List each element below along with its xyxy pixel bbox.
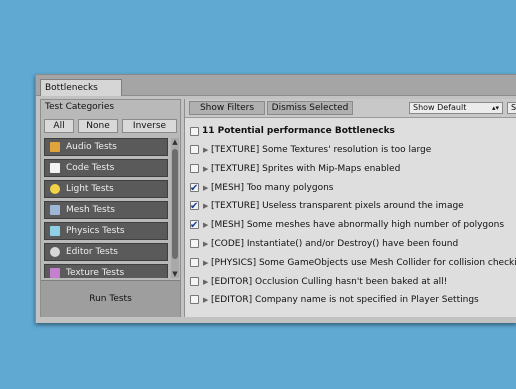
issue-text: [EDITOR] Company name is not specified i…: [211, 295, 479, 306]
issue-row[interactable]: ▶[MESH] Too many polygons: [185, 179, 516, 197]
issue-text: [PHYSICS] Some GameObjects use Mesh Coll…: [211, 257, 516, 268]
category-label: Mesh Tests: [66, 205, 115, 215]
issue-checkbox[interactable]: [190, 257, 199, 267]
category-code-tests[interactable]: Code Tests: [44, 159, 168, 177]
scrollbar-thumb[interactable]: [172, 149, 178, 259]
category-label: Code Tests: [66, 163, 115, 173]
category-editor-tests[interactable]: Editor Tests: [44, 243, 168, 261]
issue-row[interactable]: ▶ [EDITOR] Company name is not specified …: [185, 291, 516, 309]
run-tests-button[interactable]: Run Tests: [41, 280, 180, 317]
extra-toolbar-button[interactable]: S: [507, 102, 516, 114]
issue-checkbox[interactable]: [190, 198, 199, 215]
category-physics-tests[interactable]: Physics Tests: [44, 222, 168, 240]
mesh-grid-icon: [50, 205, 60, 215]
category-label: Physics Tests: [66, 226, 125, 236]
scroll-down-arrow-icon[interactable]: ▼: [171, 270, 179, 278]
scroll-up-arrow-icon[interactable]: ▲: [171, 138, 179, 146]
dismiss-selected-button[interactable]: Dismiss Selected: [267, 101, 353, 115]
expand-arrow-icon[interactable]: ▶: [203, 141, 208, 159]
category-audio-tests[interactable]: Audio Tests: [44, 138, 168, 156]
category-label: Light Tests: [66, 184, 114, 194]
issue-checkbox[interactable]: [190, 163, 199, 173]
results-toolbar: Show Filters Dismiss Selected Show Defau…: [185, 99, 516, 118]
lightbulb-icon: [50, 184, 60, 194]
categories-title: Test Categories: [45, 102, 115, 112]
issue-text: [MESH] Too many polygons: [211, 182, 334, 193]
expand-arrow-icon[interactable]: ▶: [203, 235, 208, 253]
category-label: Audio Tests: [66, 142, 117, 152]
bottleneck-summary: 11 Potential performance Bottlenecks: [202, 126, 395, 136]
issue-checkbox[interactable]: [190, 180, 199, 197]
category-mesh-tests[interactable]: Mesh Tests: [44, 201, 168, 219]
filter-none-button[interactable]: None: [78, 119, 118, 133]
physics-cube-icon: [50, 226, 60, 236]
filter-inverse-button[interactable]: Inverse: [122, 119, 177, 133]
dropdown-arrows-icon: ▴▾: [491, 104, 499, 112]
category-scrollbar[interactable]: ▲ ▼: [171, 138, 179, 278]
issue-checkbox[interactable]: [190, 217, 199, 234]
category-texture-tests[interactable]: Texture Tests: [44, 264, 168, 278]
issue-row[interactable]: ▶ [TEXTURE] Some Textures' resolution is …: [185, 141, 516, 159]
categories-panel: Test Categories All None Inverse Audio T…: [40, 99, 181, 317]
expand-arrow-icon[interactable]: ▶: [203, 179, 208, 197]
bottlenecks-window: Bottlenecks Test Categories All None Inv…: [35, 74, 516, 323]
issue-text: [MESH] Some meshes have abnormally high …: [211, 220, 505, 231]
issue-text: [EDITOR] Occlusion Culling hasn't been b…: [211, 276, 448, 287]
sort-dropdown-value: Show Default: [413, 103, 467, 112]
issue-checkbox[interactable]: [190, 295, 199, 305]
sort-dropdown[interactable]: Show Default ▴▾: [409, 102, 503, 114]
issue-row[interactable]: ▶ [PHYSICS] Some GameObjects use Mesh Col…: [185, 254, 516, 272]
issue-text: [TEXTURE] Useless transparent pixels aro…: [211, 201, 464, 212]
category-list: Audio Tests Code Tests Light Tests Mesh Tes…: [44, 138, 168, 278]
category-label: Editor Tests: [66, 247, 118, 257]
issue-row[interactable]: ▶ [CODE] Instantiate() and/or Destroy() h…: [185, 235, 516, 253]
issue-text: [TEXTURE] Some Textures' resolution is t…: [211, 145, 432, 155]
issue-text: [CODE] Instantiate() and/or Destroy() ha…: [211, 239, 459, 249]
select-all-checkbox[interactable]: [190, 127, 199, 136]
expand-arrow-icon[interactable]: ▶: [203, 197, 208, 215]
expand-arrow-icon[interactable]: ▶: [203, 254, 208, 272]
issue-text: [TEXTURE] Sprites with Mip-Maps enabled: [211, 163, 401, 174]
results-panel: Show Filters Dismiss Selected Show Defau…: [184, 99, 516, 317]
issue-row[interactable]: ▶[MESH] Some meshes have abnormally high…: [185, 216, 516, 234]
issue-row[interactable]: ▶[TEXTURE] Useless transparent pixels ar…: [185, 197, 516, 215]
issue-row[interactable]: ▶ [EDITOR] Occlusion Culling hasn't been …: [185, 273, 516, 291]
category-label: Texture Tests: [66, 268, 125, 278]
expand-arrow-icon[interactable]: ▶: [203, 216, 208, 234]
issue-row[interactable]: ▶ [TEXTURE] Sprites with Mip-Maps enabled: [185, 160, 516, 178]
unity-logo-icon: [50, 247, 60, 257]
category-light-tests[interactable]: Light Tests: [44, 180, 168, 198]
expand-arrow-icon[interactable]: ▶: [203, 291, 208, 309]
tab-bottlenecks[interactable]: Bottlenecks: [40, 79, 122, 96]
speaker-icon: [50, 142, 60, 152]
issue-checkbox[interactable]: [190, 145, 199, 154]
expand-arrow-icon[interactable]: ▶: [203, 160, 208, 178]
image-icon: [50, 268, 60, 278]
expand-arrow-icon[interactable]: ▶: [203, 273, 208, 291]
filter-all-button[interactable]: All: [44, 119, 74, 133]
issue-checkbox[interactable]: [190, 276, 199, 286]
show-filters-button[interactable]: Show Filters: [189, 101, 265, 115]
issue-checkbox[interactable]: [190, 239, 199, 248]
document-icon: [50, 163, 60, 173]
tab-strip: Bottlenecks: [36, 75, 516, 96]
